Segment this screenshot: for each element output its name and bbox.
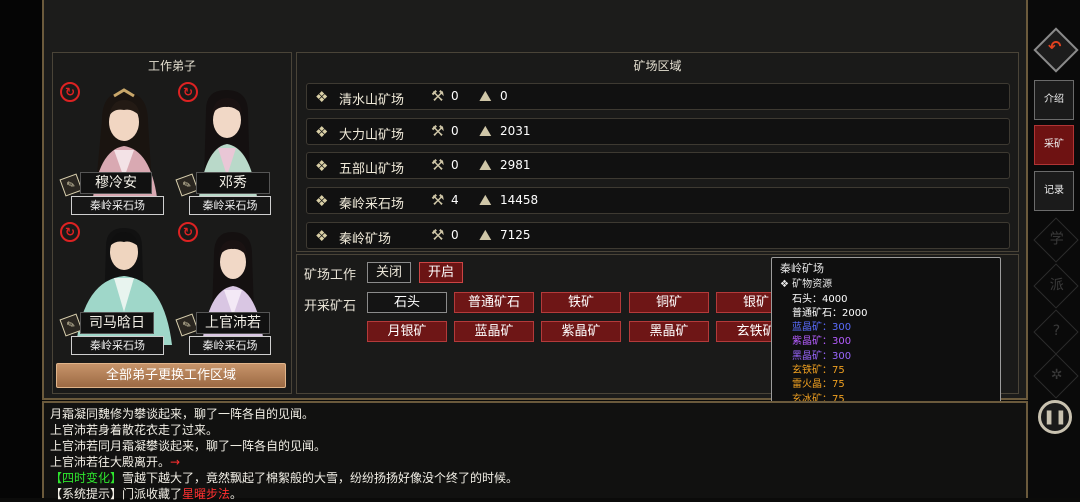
mine-ore-count: 0 — [500, 89, 508, 103]
ore-select-button[interactable]: 月银矿 — [367, 321, 447, 342]
log-text: 雪越下越大了，竟然飘起了棉絮般的大雪，纷纷扬扬好像没个终了的时候。 — [122, 471, 519, 485]
mine-row[interactable]: ❖ 五部山矿场 ⚒ 0 ⛰ 2981 — [306, 152, 1010, 179]
pickaxe-icon: ⚒ — [431, 156, 445, 174]
mine-row[interactable]: ❖ 秦岭采石场 ⚒ 4 ⛰ 14458 — [306, 187, 1010, 214]
diamond-icon: ❖ — [780, 279, 793, 291]
mine-name: 秦岭矿场 — [339, 232, 392, 247]
mine-ore-label: 开采矿石 — [304, 299, 357, 314]
diamond-icon: ❖ — [315, 123, 329, 141]
log-line: 上官沛若同月霜凝攀谈起来，聊了一阵各自的见闻。 — [50, 439, 327, 453]
log-line: 【四时变化】雪越下越大了，竟然飘起了棉絮般的大雪，纷纷扬扬好像没个终了的时候。 — [50, 470, 1020, 486]
settings-label: ✲ — [1050, 367, 1063, 384]
tab-records[interactable]: 记录 — [1034, 171, 1074, 211]
left-edge — [0, 0, 42, 498]
mine-row[interactable]: ❖ 秦岭矿场 ⚒ 0 ⛰ 7125 — [306, 222, 1010, 249]
worker-name: 邓秀 — [196, 172, 270, 194]
log-text: 门派收藏了 — [122, 487, 183, 501]
tooltip-row: 玄铁矿：75 — [792, 365, 845, 377]
diamond-icon: ❖ — [315, 88, 329, 106]
log-tag: 【系统提示】 — [50, 487, 123, 501]
mine-worker-count: 0 — [451, 124, 459, 138]
log-line: 【系统提示】门派收藏了星曜步法。 — [50, 486, 1020, 502]
work-on-button[interactable]: 开启 — [419, 262, 463, 283]
diamond-icon: ❖ — [315, 157, 329, 175]
log-line: 月霜凝同魏修为攀谈起来，聊了一阵各自的见闻。 — [50, 407, 315, 421]
tooltip-section-label: 矿物资源 — [792, 279, 833, 291]
diamond-icon: ❖ — [315, 192, 329, 210]
log-line: 上官沛若往大殿离开。→ — [50, 454, 1020, 470]
locked-tab-label: 学 — [1049, 231, 1064, 248]
mine-name: 秦岭采石场 — [339, 197, 405, 212]
worker-name: 司马晗日 — [80, 312, 154, 334]
ore-select-button[interactable]: 铁矿 — [541, 292, 621, 313]
mine-row[interactable]: ❖ 大力山矿场 ⚒ 0 ⛰ 2031 — [306, 118, 1010, 145]
ore-icon: ⛰ — [479, 156, 492, 174]
tooltip-row: 蓝晶矿：300 — [792, 322, 852, 334]
mine-worker-count: 4 — [451, 193, 459, 207]
arrow-icon[interactable]: → — [170, 455, 180, 469]
tooltip-title: 秦岭矿场 — [780, 262, 824, 275]
mine-ore-count: 2031 — [500, 124, 531, 138]
mine-row[interactable]: ❖ 清水山矿场 ⚒ 0 ⛰ 0 — [306, 83, 1010, 110]
mine-resource-tooltip: 秦岭矿场 ❖ 矿物资源 石头：4000 普通矿石：2000 蓝晶矿：300 紫晶… — [771, 257, 1001, 412]
ore-select-button[interactable]: 普通矿石 — [454, 292, 534, 313]
tab-mining[interactable]: 采矿 — [1034, 125, 1074, 165]
diamond-icon: ❖ — [315, 227, 329, 245]
mine-work-label: 矿场工作 — [304, 268, 357, 283]
worker-area-badge[interactable]: 秦岭采石场 — [189, 336, 271, 355]
mine-worker-count: 0 — [451, 89, 459, 103]
worker-area-badge[interactable]: 秦岭采石场 — [71, 196, 164, 215]
worker-name: 上官沛若 — [196, 312, 270, 334]
ore-icon: ⛰ — [479, 87, 492, 105]
tab-intro[interactable]: 介绍 — [1034, 80, 1074, 120]
mine-name: 大力山矿场 — [339, 128, 405, 143]
help-label: ? — [1052, 323, 1061, 340]
change-all-area-button[interactable]: 全部弟子更换工作区域 — [56, 363, 286, 388]
ore-select-button[interactable]: 黑晶矿 — [629, 321, 709, 342]
ore-icon: ⛰ — [479, 226, 492, 244]
ore-icon: ⛰ — [479, 191, 492, 209]
pickaxe-icon: ⚒ — [431, 226, 445, 244]
locked-tab-label: 派 — [1049, 277, 1064, 294]
mine-ore-count: 14458 — [500, 193, 539, 207]
mine-ore-count: 2981 — [500, 158, 531, 172]
mine-ore-count: 7125 — [500, 228, 531, 242]
log-tag: 【四时变化】 — [50, 471, 123, 485]
pause-icon[interactable]: ❚❚ — [1038, 400, 1072, 434]
pickaxe-icon: ⚒ — [431, 191, 445, 209]
mine-worker-count: 0 — [451, 228, 459, 242]
mine-name: 清水山矿场 — [339, 93, 405, 108]
tooltip-row: 普通矿石：2000 — [792, 307, 868, 319]
tooltip-row: 石头：4000 — [792, 293, 848, 305]
event-log[interactable]: 月霜凝同魏修为攀谈起来，聊了一阵各自的见闻。 上官沛若身着散花衣走了过来。 上官… — [42, 401, 1028, 501]
pickaxe-icon: ⚒ — [431, 87, 445, 105]
mine-name: 五部山矿场 — [339, 162, 405, 177]
worker-area-badge[interactable]: 秦岭采石场 — [71, 336, 164, 355]
tooltip-row: 紫晶矿：300 — [792, 336, 852, 348]
ore-select-button[interactable]: 石头 — [367, 292, 447, 313]
workers-panel-title: 工作弟子 — [147, 59, 196, 73]
work-off-button[interactable]: 关闭 — [367, 262, 411, 283]
log-text: 。 — [230, 487, 243, 501]
ore-select-button[interactable]: 铜矿 — [629, 292, 709, 313]
ore-select-button[interactable]: 紫晶矿 — [541, 321, 621, 342]
mine-worker-count: 0 — [451, 158, 459, 172]
worker-area-badge[interactable]: 秦岭采石场 — [189, 196, 271, 215]
tooltip-row: 雷火晶：75 — [792, 379, 845, 391]
ore-select-button[interactable]: 蓝晶矿 — [454, 321, 534, 342]
log-item-link[interactable]: 星曜步法 — [182, 487, 230, 501]
mine-panel-title: 矿场区域 — [633, 59, 682, 73]
worker-name: 穆冷安 — [80, 172, 152, 194]
ore-icon: ⛰ — [479, 122, 492, 140]
log-text: 上官沛若往大殿离开。 — [50, 455, 171, 469]
pickaxe-icon: ⚒ — [431, 122, 445, 140]
tooltip-row: 黑晶矿：300 — [792, 350, 852, 362]
tooltip-section: ❖ 矿物资源 — [780, 278, 992, 292]
log-line: 上官沛若身着散花衣走了过来。 — [50, 423, 219, 437]
